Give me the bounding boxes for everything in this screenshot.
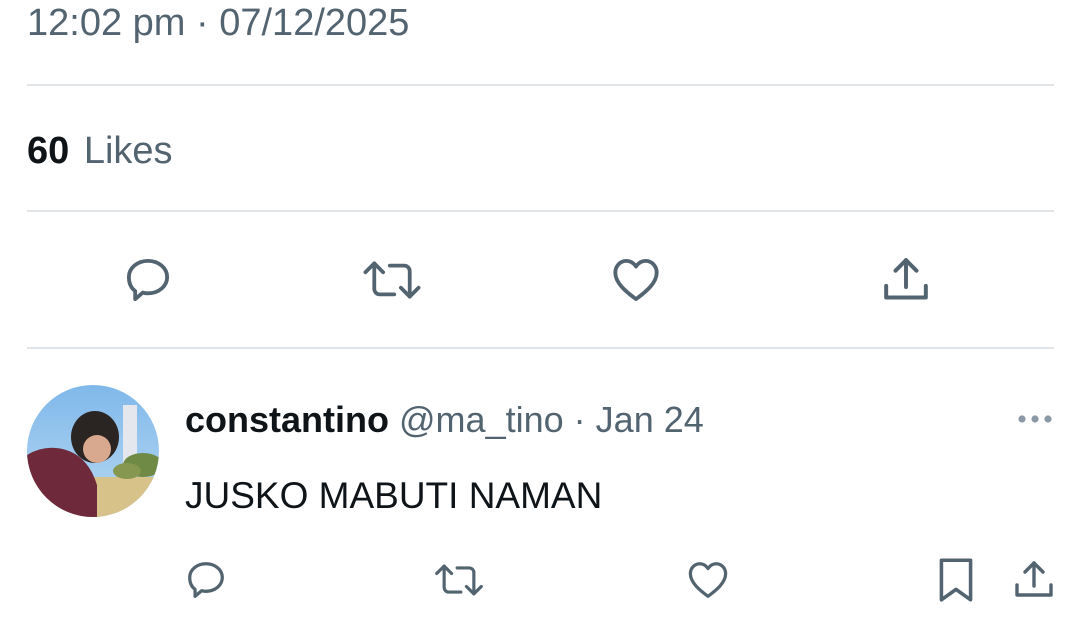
likes-stat[interactable]: 60 Likes	[27, 128, 173, 174]
reply-date[interactable]: Jan 24	[596, 399, 704, 440]
reply-reply-button[interactable]	[180, 556, 232, 604]
avatar-photo	[27, 385, 159, 517]
more-icon	[1018, 415, 1052, 423]
reply-like-button[interactable]	[682, 556, 734, 604]
retweet-button[interactable]	[358, 250, 426, 310]
reply-display-name[interactable]: constantino	[185, 399, 389, 440]
reply-icon	[126, 258, 170, 302]
tweet-date: 07/12/2025	[219, 2, 410, 44]
reply-button[interactable]	[116, 250, 180, 310]
divider	[27, 84, 1054, 86]
tweet-time: 12:02 pm	[27, 2, 186, 44]
avatar[interactable]	[27, 385, 159, 517]
like-icon	[613, 258, 659, 302]
bookmark-button[interactable]	[932, 554, 980, 606]
likes-label: Likes	[83, 130, 173, 172]
tweet-timestamp[interactable]: 12:02 pm · 07/12/2025	[27, 0, 409, 46]
reply-share-button[interactable]	[1008, 554, 1060, 606]
reply-separator: ·	[573, 399, 586, 440]
share-button[interactable]	[874, 250, 938, 310]
retweet-icon	[363, 261, 421, 299]
more-button[interactable]	[1014, 402, 1058, 436]
reply-icon	[188, 562, 224, 598]
reply-text: JUSKO MABUTI NAMAN	[185, 475, 603, 516]
retweet-icon	[435, 564, 483, 596]
reply-header: constantino @ma_tino · Jan 24	[185, 398, 704, 442]
divider	[27, 210, 1054, 212]
share-icon	[884, 258, 928, 300]
share-icon	[1015, 561, 1053, 597]
tweet-time-separator: ·	[196, 2, 209, 44]
like-button[interactable]	[604, 250, 668, 310]
likes-count: 60	[27, 130, 70, 172]
reply-retweet-button[interactable]	[430, 556, 488, 604]
like-icon	[688, 562, 728, 598]
reply-handle[interactable]: @ma_tino	[399, 399, 564, 440]
bookmark-icon	[939, 558, 973, 602]
section-divider	[27, 347, 1054, 349]
